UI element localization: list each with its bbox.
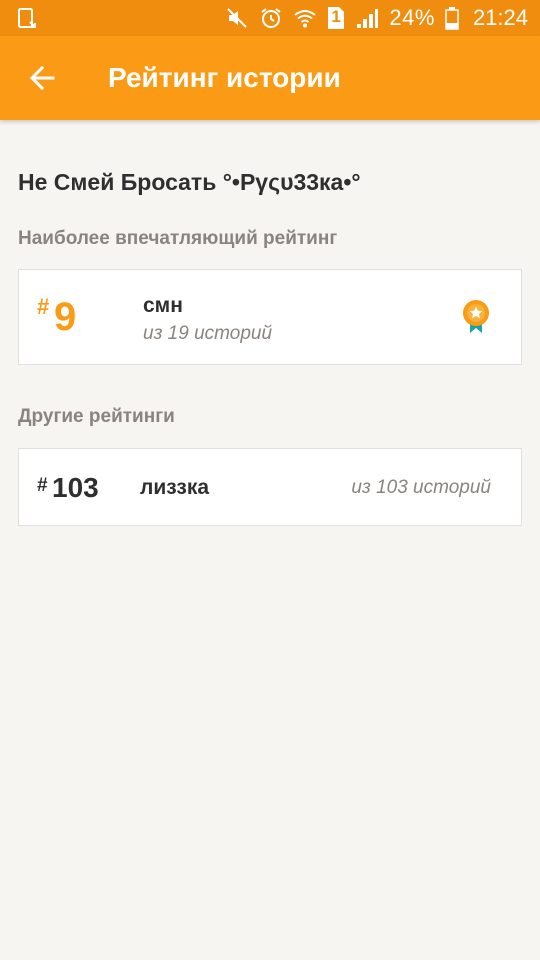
section-label-top-ranking: Наиболее впечатляющий рейтинг	[18, 228, 338, 249]
status-time: 21:24	[472, 5, 528, 30]
sim-icon: 1	[327, 6, 345, 30]
tag-count: из 103 историй	[351, 477, 491, 498]
arrow-left-icon	[29, 65, 55, 91]
alarm-icon	[259, 6, 283, 30]
sim-label: 1	[331, 7, 341, 26]
tag-name: смн	[143, 294, 183, 317]
top-ranking-card[interactable]: # 9 смн из 19 историй	[18, 269, 522, 365]
mute-icon	[225, 6, 249, 30]
rank-number: 103	[52, 472, 99, 503]
signal-icon	[355, 6, 379, 30]
rank-hash: #	[37, 294, 50, 319]
section-label-other-rankings: Другие рейтинги	[18, 406, 175, 427]
battery-percent: 24%	[389, 5, 435, 30]
tag-count: из 19 историй	[143, 323, 273, 344]
screenshot-icon	[16, 6, 40, 30]
back-button[interactable]	[22, 60, 62, 96]
story-title: Не Смей Бросать °•Рγςυ33ка•°	[18, 169, 361, 195]
medal-icon	[462, 299, 490, 335]
tag-name: лиззка	[140, 476, 210, 499]
page-title: Рейтинг истории	[108, 62, 341, 93]
rank-number: 9	[54, 295, 77, 339]
rank-hash: #	[37, 475, 48, 496]
battery-icon	[445, 6, 459, 30]
wifi-icon	[293, 6, 317, 30]
status-bar: 1 24% 21:24	[0, 0, 540, 36]
ranking-card[interactable]: # 103 лиззка из 103 историй	[18, 448, 522, 526]
app-bar: Рейтинг истории	[0, 36, 540, 120]
